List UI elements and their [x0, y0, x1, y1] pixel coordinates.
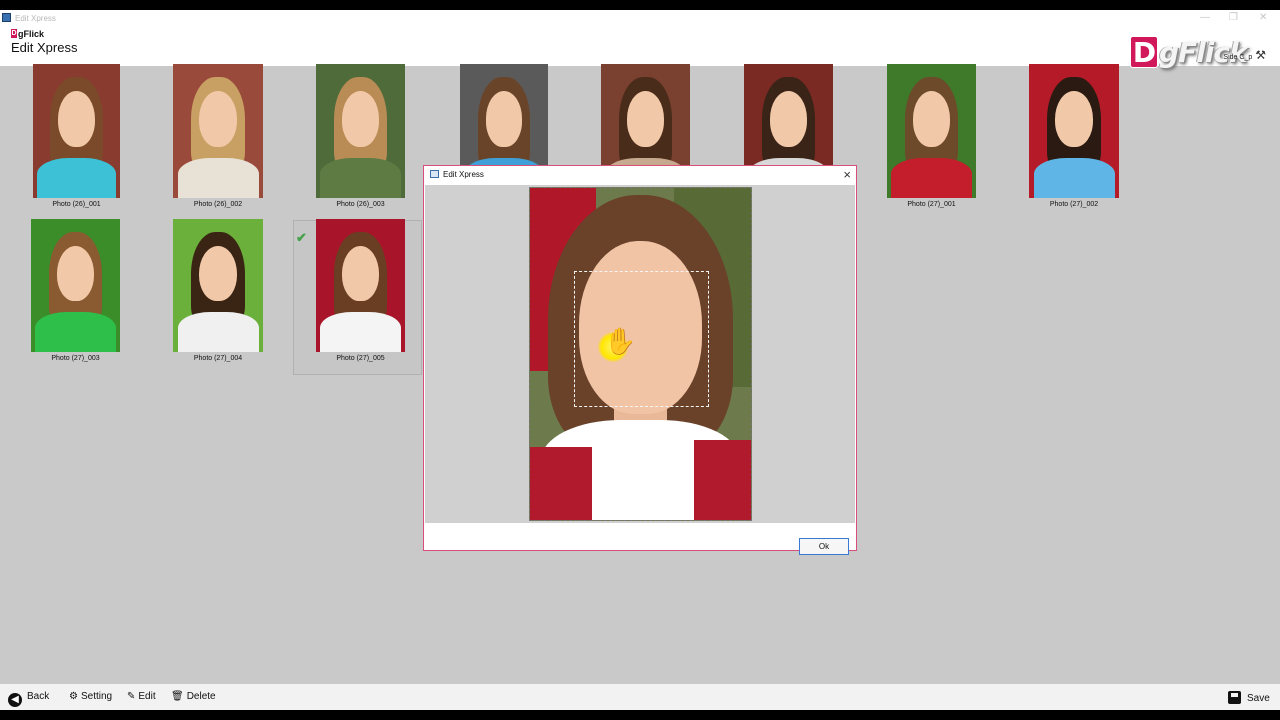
dialog-body: ✋ — [425, 185, 855, 523]
app-icon — [2, 13, 11, 22]
setting-button[interactable]: ⚙ Setting — [69, 691, 112, 702]
photo-image[interactable] — [33, 64, 120, 198]
photo-caption: Photo (27)_004 — [193, 355, 243, 362]
bottom-toolbar: ◀ Back ⚙ Setting ✎ Edit 🗑 Delete Save — [0, 684, 1280, 710]
ok-button[interactable]: Ok — [799, 538, 849, 555]
photo-image[interactable] — [1029, 64, 1119, 198]
close-window-button[interactable]: ✕ — [1259, 12, 1267, 23]
title-bar: Edit Xpress — ❐ ✕ — [0, 10, 1280, 26]
edit-button[interactable]: ✎ Edit — [127, 691, 156, 702]
photo-thumbnail[interactable]: Photo (26)_001 — [28, 64, 125, 210]
hand-cursor-icon: ✋ — [598, 326, 636, 362]
photo-image[interactable] — [316, 219, 405, 352]
dialog-close-button[interactable]: × — [843, 167, 851, 182]
edit-photo-canvas[interactable]: ✋ — [529, 187, 752, 521]
photo-caption: Photo (27)_002 — [1049, 201, 1099, 208]
photo-thumbnail[interactable]: Photo (26)_003 — [311, 64, 410, 210]
photo-caption: Photo (26)_001 — [52, 201, 101, 208]
edit-xpress-dialog: Edit Xpress × ✋ Ok — [423, 165, 857, 555]
photo-image[interactable] — [173, 64, 263, 198]
photo-caption: Photo (27)_005 — [336, 355, 385, 362]
photo-thumbnail[interactable]: Photo (27)_003 — [26, 219, 125, 364]
restore-button[interactable]: ❐ — [1229, 12, 1238, 23]
photo-thumbnail[interactable]: Photo (27)_001 — [882, 64, 981, 210]
photo-caption: Photo (27)_003 — [51, 355, 100, 362]
dialog-title: Edit Xpress — [430, 170, 484, 179]
save-button[interactable]: Save — [1228, 691, 1270, 704]
back-button[interactable]: ◀ Back — [8, 691, 49, 707]
photo-caption: Photo (27)_001 — [907, 201, 956, 208]
checkmark-icon: ✔ — [296, 230, 307, 245]
header-tools: Side C_p ⚒ — [1223, 48, 1266, 62]
user-gear-icon: ⚙ — [69, 691, 78, 702]
page-title: Edit Xpress — [11, 40, 78, 55]
small-logo: DgFlick — [11, 29, 45, 39]
user-edit-icon: ✎ — [127, 691, 136, 702]
magic-wand-icon[interactable]: ⚒ — [1255, 48, 1266, 62]
window-title: Edit Xpress — [15, 14, 56, 23]
arrow-left-circle-icon: ◀ — [8, 693, 22, 707]
photo-caption: Photo (26)_002 — [193, 201, 243, 208]
photo-caption: Photo (26)_003 — [336, 201, 385, 208]
dialog-app-icon — [430, 170, 439, 178]
photo-image[interactable] — [31, 219, 120, 352]
photo-image[interactable] — [316, 64, 405, 198]
delete-button[interactable]: 🗑 Delete — [171, 691, 216, 702]
photo-thumbnail[interactable]: Photo (27)_004 — [168, 219, 268, 364]
crop-selection[interactable] — [574, 271, 709, 407]
minimize-button[interactable]: — — [1200, 12, 1210, 23]
app-window: Edit Xpress — ❐ ✕ DgFlick Edit Xpress Dg… — [0, 10, 1280, 710]
photo-image[interactable] — [887, 64, 976, 198]
photo-thumbnail[interactable]: Photo (27)_002 — [1024, 64, 1124, 210]
photo-thumbnail[interactable]: Photo (26)_002 — [168, 64, 268, 210]
photo-thumbnail[interactable]: Photo (27)_005 — [311, 219, 410, 364]
photo-image[interactable] — [173, 219, 263, 352]
app-header: DgFlick Edit Xpress DgFlick Side C_p ⚒ — [0, 26, 1280, 69]
floppy-icon — [1228, 691, 1241, 704]
trash-icon: 🗑 — [171, 691, 184, 702]
